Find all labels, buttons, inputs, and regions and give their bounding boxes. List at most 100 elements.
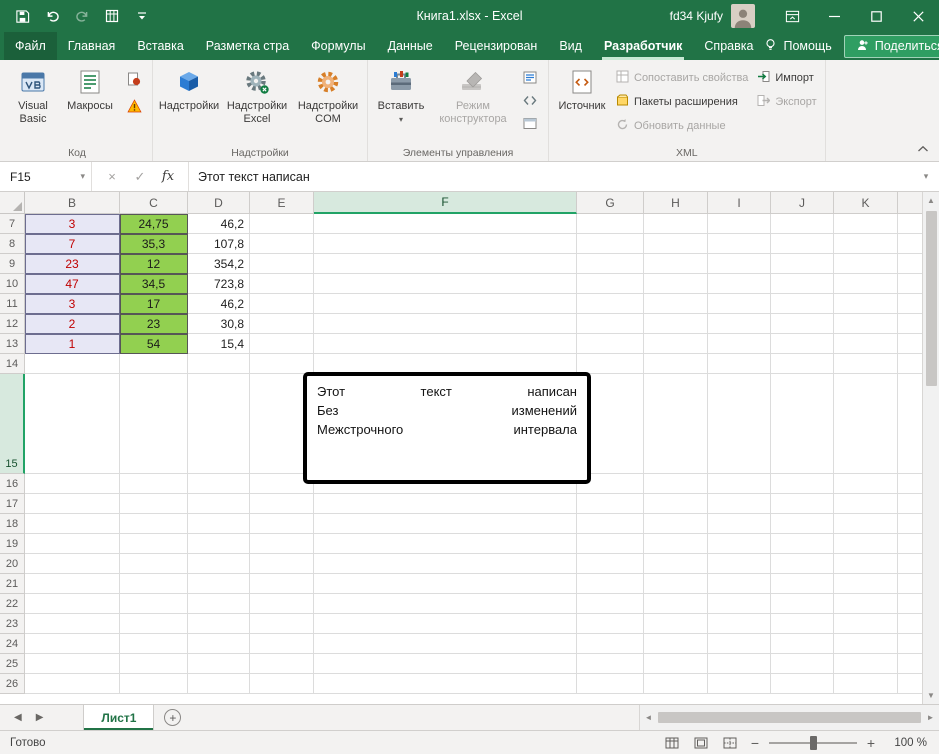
cell-B13[interactable]: 1 xyxy=(25,334,120,354)
cell-J11[interactable] xyxy=(771,294,834,314)
cell-D19[interactable] xyxy=(188,534,250,554)
addins-button[interactable]: Надстройки xyxy=(157,63,221,145)
cell-E17[interactable] xyxy=(250,494,314,514)
cell-D15[interactable] xyxy=(188,374,250,474)
cell-D21[interactable] xyxy=(188,574,250,594)
name-box-caret-icon[interactable]: ▾ xyxy=(80,171,85,182)
avatar[interactable] xyxy=(731,4,755,28)
column-header-F[interactable]: F xyxy=(314,192,577,214)
cell-H25[interactable] xyxy=(644,654,708,674)
cell-D8[interactable]: 107,8 xyxy=(188,234,250,254)
import-button[interactable]: Импорт xyxy=(753,68,820,88)
row-header-9[interactable]: 9 xyxy=(0,254,25,274)
cell-B23[interactable] xyxy=(25,614,120,634)
cell-I20[interactable] xyxy=(708,554,771,574)
cell-I23[interactable] xyxy=(708,614,771,634)
cell-C19[interactable] xyxy=(120,534,188,554)
com-addins-button[interactable]: Надстройки COM xyxy=(293,63,363,145)
cell-D12[interactable]: 30,8 xyxy=(188,314,250,334)
cell-C24[interactable] xyxy=(120,634,188,654)
cell-B17[interactable] xyxy=(25,494,120,514)
cell-G7[interactable] xyxy=(577,214,644,234)
cell-K14[interactable] xyxy=(834,354,898,374)
ribbon-tab-9[interactable]: Справка xyxy=(693,32,764,60)
cell-D22[interactable] xyxy=(188,594,250,614)
cell-C13[interactable]: 54 xyxy=(120,334,188,354)
cell-D24[interactable] xyxy=(188,634,250,654)
cell-G10[interactable] xyxy=(577,274,644,294)
cell-I7[interactable] xyxy=(708,214,771,234)
ribbon-tab-2[interactable]: Вставка xyxy=(126,32,194,60)
previous-sheet-icon[interactable]: ◀ xyxy=(14,712,22,723)
cell-J25[interactable] xyxy=(771,654,834,674)
cell-J9[interactable] xyxy=(771,254,834,274)
ribbon-tab-7[interactable]: Вид xyxy=(548,32,593,60)
cell-K17[interactable] xyxy=(834,494,898,514)
cell-E8[interactable] xyxy=(250,234,314,254)
cell-D10[interactable]: 723,8 xyxy=(188,274,250,294)
zoom-slider[interactable] xyxy=(769,734,857,752)
cell-F13[interactable] xyxy=(314,334,577,354)
cell-I22[interactable] xyxy=(708,594,771,614)
cell-F22[interactable] xyxy=(314,594,577,614)
cell-K12[interactable] xyxy=(834,314,898,334)
cancel-icon[interactable]: × xyxy=(98,169,126,184)
redo-icon[interactable] xyxy=(68,2,96,30)
cell-E12[interactable] xyxy=(250,314,314,334)
cell-J17[interactable] xyxy=(771,494,834,514)
column-header-I[interactable]: I xyxy=(708,192,771,214)
cell-H10[interactable] xyxy=(644,274,708,294)
cell-E26[interactable] xyxy=(250,674,314,694)
cell-I9[interactable] xyxy=(708,254,771,274)
cell-G18[interactable] xyxy=(577,514,644,534)
zoom-out-icon[interactable]: − xyxy=(748,735,762,751)
cell-D16[interactable] xyxy=(188,474,250,494)
cell-C23[interactable] xyxy=(120,614,188,634)
row-header-26[interactable]: 26 xyxy=(0,674,25,694)
cell-B10[interactable]: 47 xyxy=(25,274,120,294)
row-header-23[interactable]: 23 xyxy=(0,614,25,634)
row-header-14[interactable]: 14 xyxy=(0,354,25,374)
cell-F12[interactable] xyxy=(314,314,577,334)
cell-C7[interactable]: 24,75 xyxy=(120,214,188,234)
cell-D26[interactable] xyxy=(188,674,250,694)
cell-E24[interactable] xyxy=(250,634,314,654)
cell-J7[interactable] xyxy=(771,214,834,234)
cell-J14[interactable] xyxy=(771,354,834,374)
excel-addins-button[interactable]: Надстройки Excel xyxy=(222,63,292,145)
cell-F11[interactable] xyxy=(314,294,577,314)
row-header-16[interactable]: 16 xyxy=(0,474,25,494)
cell-C26[interactable] xyxy=(120,674,188,694)
cell-D23[interactable] xyxy=(188,614,250,634)
save-icon[interactable] xyxy=(8,2,36,30)
cell-K23[interactable] xyxy=(834,614,898,634)
normal-view-icon[interactable] xyxy=(661,733,683,753)
cell-D7[interactable]: 46,2 xyxy=(188,214,250,234)
source-button[interactable]: Источник xyxy=(553,63,611,145)
cell-E9[interactable] xyxy=(250,254,314,274)
page-layout-view-icon[interactable] xyxy=(690,733,712,753)
cell-J26[interactable] xyxy=(771,674,834,694)
cell-K21[interactable] xyxy=(834,574,898,594)
scroll-up-icon[interactable]: ▲ xyxy=(923,192,939,209)
vertical-scroll-thumb[interactable] xyxy=(926,211,937,386)
cell-I10[interactable] xyxy=(708,274,771,294)
cell-H7[interactable] xyxy=(644,214,708,234)
cell-K26[interactable] xyxy=(834,674,898,694)
cell-C8[interactable]: 35,3 xyxy=(120,234,188,254)
cell-K16[interactable] xyxy=(834,474,898,494)
cell-G23[interactable] xyxy=(577,614,644,634)
cell-C14[interactable] xyxy=(120,354,188,374)
cell-G11[interactable] xyxy=(577,294,644,314)
ribbon-tab-6[interactable]: Рецензирован xyxy=(444,32,549,60)
cell-B20[interactable] xyxy=(25,554,120,574)
text-box-shape[interactable]: ЭтоттекстнаписанБезизмененийМежстрочного… xyxy=(303,372,591,484)
column-header-K[interactable]: K xyxy=(834,192,898,214)
new-sheet-icon[interactable]: + xyxy=(164,709,181,726)
cell-J23[interactable] xyxy=(771,614,834,634)
cell-F24[interactable] xyxy=(314,634,577,654)
zoom-in-icon[interactable]: + xyxy=(864,735,878,751)
macros-button[interactable]: Макросы xyxy=(61,63,119,145)
cell-E13[interactable] xyxy=(250,334,314,354)
cell-F7[interactable] xyxy=(314,214,577,234)
